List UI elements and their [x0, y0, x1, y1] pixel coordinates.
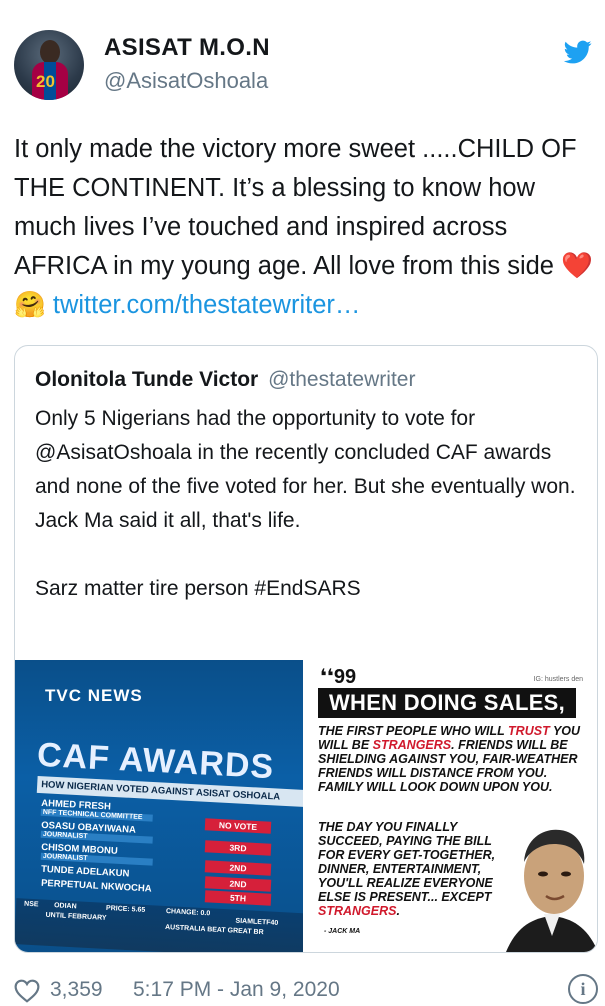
vote-tag: 2ND [204, 876, 272, 892]
ticker-item: NSE [23, 900, 39, 909]
ticker-item: ODIAN [53, 902, 77, 911]
vote-tag: 3RD [204, 840, 272, 856]
quoted-line: Only 5 Nigerians had the opportunity to … [35, 407, 576, 498]
heart-outline-icon[interactable] [14, 979, 40, 1003]
quoted-tweet[interactable]: Olonitola Tunde Victor @thestatewriter O… [14, 345, 598, 953]
ticker-item: PRICE: 5.65 [105, 904, 146, 914]
quote-mark-glyph: ❛❛99 [320, 666, 357, 688]
quoted-line: Sarz matter tire person #EndSARS [35, 577, 361, 600]
ticker-item: SIAMLETF40 [235, 917, 279, 927]
quoted-text: Only 5 Nigerians had the opportunity to … [35, 402, 580, 606]
user-handle[interactable]: @AsisatOshoala [104, 68, 268, 94]
tweet-text: It only made the victory more sweet ....… [14, 130, 594, 325]
quoted-author-name: Olonitola Tunde Victor [35, 368, 259, 391]
quote-paragraph-2: THE DAY YOU FINALLY SUCCEED, PAYING THE … [318, 820, 496, 918]
media-image-jack-ma-quote[interactable]: ❛❛99 IG: hustlers den WHEN DOING SALES, … [306, 660, 597, 952]
avatar-head [40, 40, 60, 64]
tweet-timestamp[interactable]: 5:17 PM - Jan 9, 2020 [133, 978, 340, 1002]
news-ticker: NSE ODIAN PRICE: 5.65 CHANGE: 0.0 SIAMLE… [15, 898, 303, 952]
ticker-item: CHANGE: 0.0 [165, 908, 211, 918]
quoted-line-spacer [35, 538, 580, 572]
tvc-channel-logo: TVC NEWS [45, 686, 143, 705]
jack-ma-portrait-image [506, 829, 597, 952]
vote-tag: 2ND [204, 860, 272, 876]
sales-headline: WHEN DOING SALES, [318, 688, 576, 718]
avatar-jersey-number: 20 [36, 72, 55, 91]
display-name[interactable]: ASISAT M.O.N [104, 34, 270, 62]
quoted-media[interactable]: TVC NEWS CAF AWARDS HOW NIGERIAN VOTED A… [15, 660, 597, 952]
quoted-handle: @thestatewriter [268, 368, 416, 391]
voter-name: PERPETUAL NKWOCHA [40, 877, 152, 895]
quote-signature: - JACK MA [324, 928, 361, 935]
ticker-item: UNTIL FEBRUARY [45, 911, 107, 922]
ig-watermark: IG: hustlers den [533, 676, 583, 683]
info-icon[interactable]: i [568, 974, 598, 1004]
avatar[interactable]: 20 [14, 30, 84, 100]
tweet-body: It only made the victory more sweet ....… [14, 135, 577, 280]
vote-tag: NO VOTE [204, 818, 272, 834]
quoted-author[interactable]: Olonitola Tunde Victor @thestatewriter [35, 368, 415, 392]
media-image-tvc[interactable]: TVC NEWS CAF AWARDS HOW NIGERIAN VOTED A… [15, 660, 303, 952]
tweet-header: 20 ASISAT M.O.N @AsisatOshoala [14, 30, 594, 104]
quoted-line: Jack Ma said it all, that's life. [35, 509, 301, 532]
ticker-item: AUSTRALIA BEAT GREAT BR [164, 924, 264, 937]
twitter-bird-icon[interactable] [562, 38, 594, 66]
tweet-footer: 3,359 5:17 PM - Jan 9, 2020 i [14, 974, 598, 1006]
vote-tag: 5TH [204, 890, 272, 906]
quote-paragraph-1: THE FIRST PEOPLE WHO WILL TRUST YOU WILL… [318, 724, 581, 794]
tweet-link[interactable]: twitter.com/thestatewriter… [53, 291, 361, 319]
voter-name: TUNDE ADELAKUN [40, 863, 130, 880]
like-count[interactable]: 3,359 [50, 978, 103, 1002]
